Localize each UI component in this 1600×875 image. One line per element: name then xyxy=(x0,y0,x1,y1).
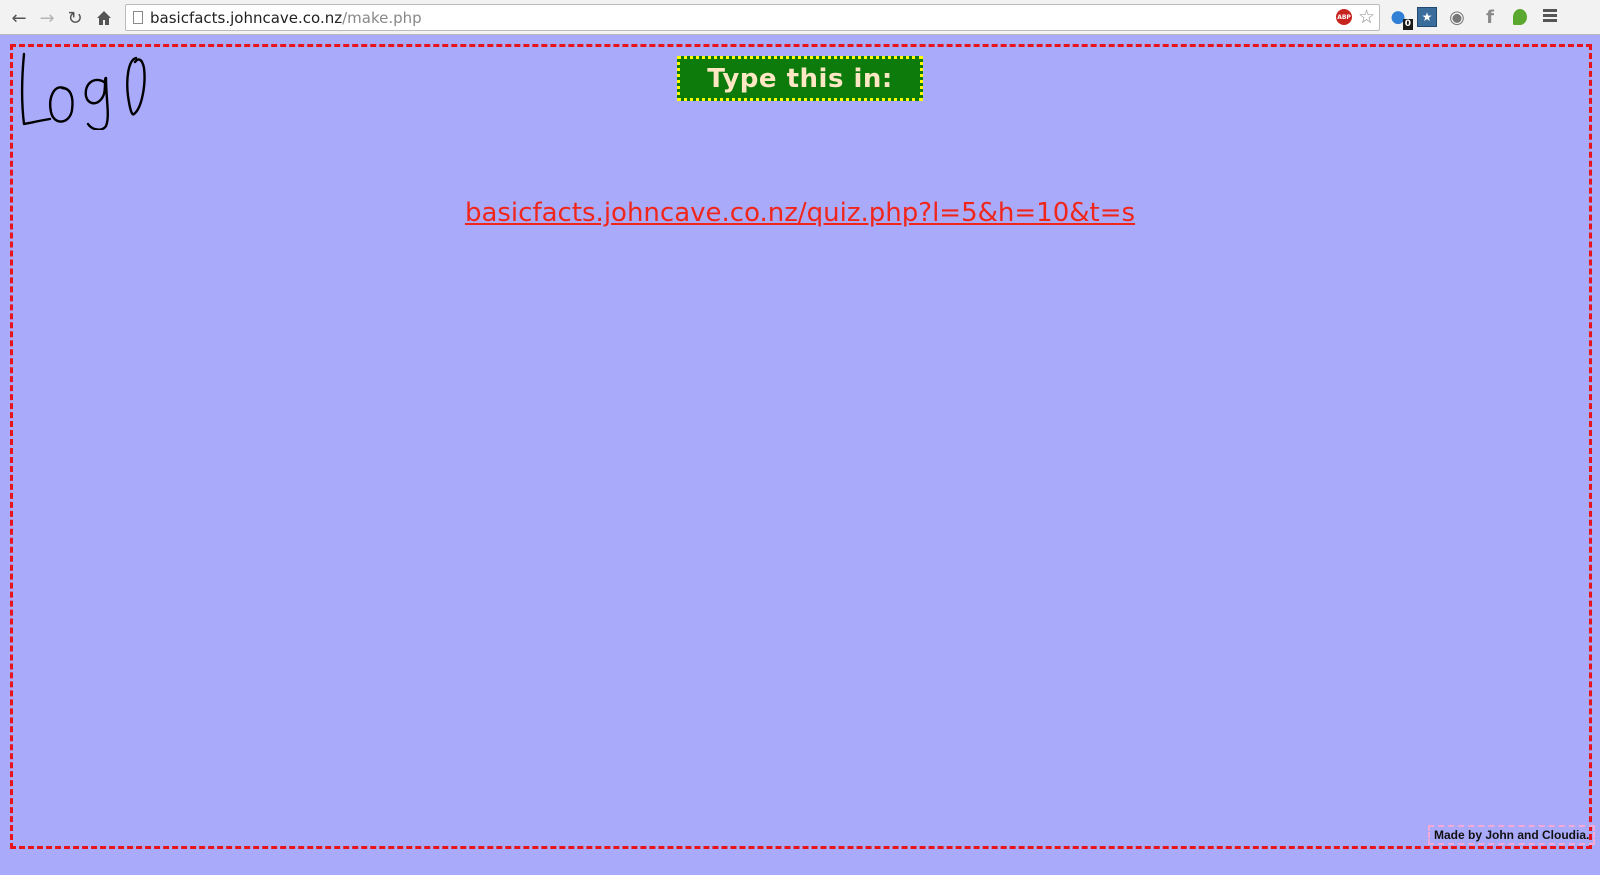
url-host: basicfacts.johncave.co.nz xyxy=(150,9,343,27)
browser-toolbar: ← → ↻ basicfacts.johncave.co.nz/make.php… xyxy=(0,0,1600,35)
ghostery-icon[interactable]: ● 0 xyxy=(1388,7,1413,30)
globe-icon[interactable]: ◉ xyxy=(1447,7,1467,28)
page-viewport: Type this in: basicfacts.johncave.co.nz/… xyxy=(0,35,1600,875)
instruction-heading-box: Type this in: xyxy=(677,56,923,101)
url-path: /make.php xyxy=(342,9,422,27)
page-icon xyxy=(133,11,143,24)
back-arrow-icon[interactable]: ← xyxy=(8,7,30,29)
evernote-icon[interactable] xyxy=(1510,7,1530,27)
home-icon[interactable] xyxy=(93,7,115,29)
menu-icon[interactable] xyxy=(1543,9,1557,24)
reload-icon[interactable]: ↻ xyxy=(64,7,86,29)
home-glyph xyxy=(97,11,111,25)
logo xyxy=(20,52,146,130)
instruction-heading: Type this in: xyxy=(707,63,893,94)
bookmark-star-icon[interactable]: ☆ xyxy=(1358,6,1375,28)
quiz-url-link[interactable]: basicfacts.johncave.co.nz/quiz.php?l=5&h… xyxy=(0,198,1600,228)
forward-arrow-icon[interactable]: → xyxy=(36,7,58,29)
bookmark-manager-icon[interactable]: ★ xyxy=(1417,7,1437,27)
ghostery-badge: 0 xyxy=(1402,19,1413,30)
address-bar[interactable]: basicfacts.johncave.co.nz/make.php ABP ☆ xyxy=(125,4,1380,31)
facebook-icon[interactable]: f xyxy=(1480,7,1500,28)
address-bar-url[interactable]: basicfacts.johncave.co.nz/make.php xyxy=(150,9,422,27)
credits-footer: Made by John and Cloudia. xyxy=(1428,825,1596,845)
adblock-icon[interactable]: ABP xyxy=(1336,9,1352,25)
page-border-frame xyxy=(10,44,1592,849)
